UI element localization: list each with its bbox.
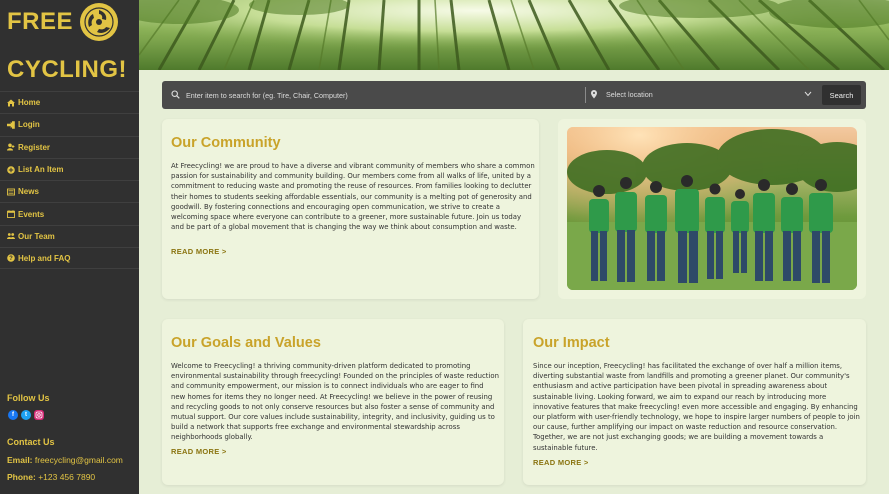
sidebar-nav: Home Login Register List An Item News Ev… [0, 91, 139, 270]
community-read-more-link[interactable]: READ MORE > [171, 247, 227, 256]
community-title: Our Community [171, 135, 281, 151]
instagram-icon[interactable] [34, 410, 44, 420]
sidebar-item-label: Events [18, 209, 45, 219]
sidebar-item-login[interactable]: Login [0, 113, 139, 135]
follow-us-heading: Follow Us [7, 393, 50, 403]
brand-logo-area[interactable]: FREE CYCLING! [0, 0, 139, 90]
location-pin-icon [591, 90, 597, 99]
search-icon [171, 90, 180, 99]
sidebar-item-label: Register [18, 142, 51, 152]
users-icon [7, 233, 15, 240]
location-select[interactable]: Select location [606, 88, 811, 102]
sidebar: FREE CYCLING! Home Login Register List A… [0, 0, 139, 494]
impact-title: Our Impact [533, 335, 610, 351]
calendar-icon [7, 210, 15, 219]
brand-title-line2: CYCLING! [7, 56, 127, 83]
chevron-down-icon[interactable] [804, 91, 812, 97]
community-photo-card [558, 119, 866, 299]
impact-read-more-link[interactable]: READ MORE > [533, 458, 589, 467]
social-links: f t [8, 410, 44, 420]
hero-banner-image [139, 0, 889, 70]
sidebar-item-events[interactable]: Events [0, 202, 139, 224]
goals-title: Our Goals and Values [171, 335, 321, 351]
plus-circle-icon [7, 165, 15, 174]
sidebar-item-register[interactable]: Register [0, 135, 139, 158]
impact-text: Since our inception, Freecycling! has fa… [533, 362, 860, 452]
contact-email: Email: freecycling@gmail.com [7, 455, 123, 465]
search-button[interactable]: Search [822, 85, 861, 105]
phone-label: Phone: [7, 472, 36, 482]
sidebar-item-help-and-faq[interactable]: ? Help and FAQ [0, 247, 139, 270]
community-card: Our Community At Freecycling! we are pro… [162, 119, 539, 299]
login-icon [7, 121, 15, 129]
brand-title-line1: FREE [7, 8, 74, 35]
sidebar-item-label: News [18, 187, 39, 197]
sidebar-item-label: Help and FAQ [18, 253, 71, 263]
email-label: Email: [7, 455, 33, 465]
goals-read-more-link[interactable]: READ MORE > [171, 447, 227, 456]
facebook-icon[interactable]: f [8, 410, 18, 420]
impact-card: Our Impact Since our inception, Freecycl… [523, 319, 866, 485]
sidebar-item-label: Home [18, 98, 41, 108]
register-icon [7, 143, 15, 151]
sidebar-item-label: List An Item [18, 165, 64, 175]
phone-value: +123 456 7890 [38, 472, 96, 482]
svg-text:?: ? [9, 256, 13, 262]
sidebar-item-home[interactable]: Home [0, 91, 139, 113]
twitter-icon[interactable]: t [21, 410, 31, 420]
goals-card: Our Goals and Values Welcome to Freecycl… [162, 319, 504, 485]
newspaper-icon [7, 188, 15, 196]
recycle-logo-icon [80, 3, 118, 41]
community-group-photo [567, 127, 857, 290]
sidebar-item-news[interactable]: News [0, 180, 139, 202]
home-icon [7, 99, 15, 107]
question-icon: ? [7, 254, 15, 262]
goals-text: Welcome to Freecycling! a thriving commu… [171, 362, 499, 442]
contact-phone: Phone: +123 456 7890 [7, 472, 95, 482]
sidebar-item-label: Our Team [18, 231, 55, 241]
sidebar-item-list-an-item[interactable]: List An Item [0, 157, 139, 180]
search-divider [585, 87, 586, 103]
community-text: At Freecycling! we are proud to have a d… [171, 162, 535, 232]
contact-us-heading: Contact Us [7, 437, 55, 447]
sidebar-item-label: Login [18, 120, 40, 130]
sidebar-item-our-team[interactable]: Our Team [0, 224, 139, 247]
search-bar: Select location Search [162, 81, 866, 109]
search-input[interactable] [186, 87, 581, 103]
email-value[interactable]: freecycling@gmail.com [35, 455, 123, 465]
